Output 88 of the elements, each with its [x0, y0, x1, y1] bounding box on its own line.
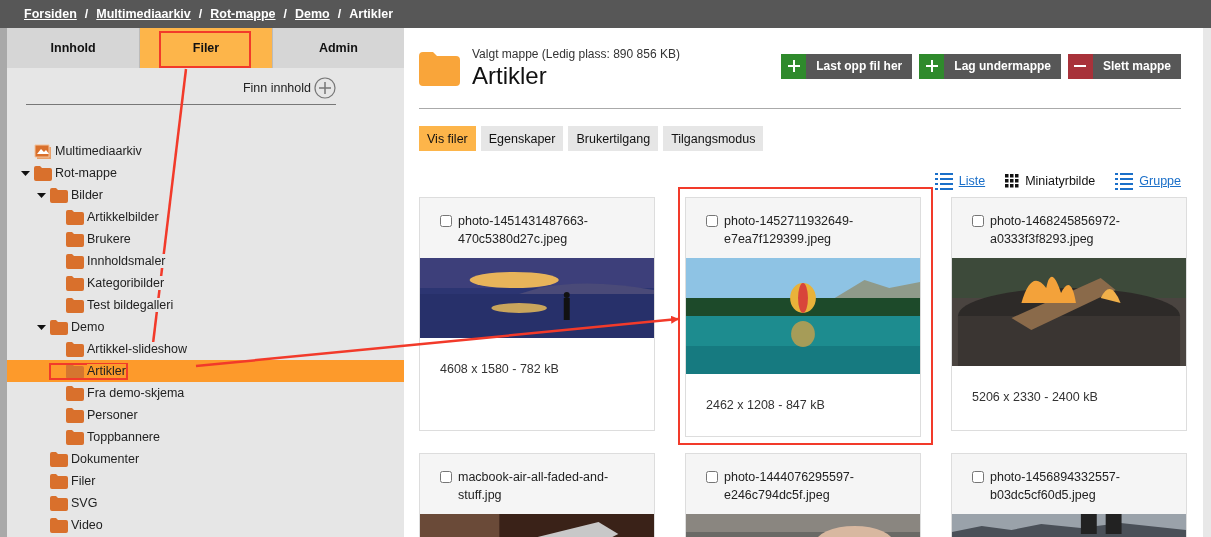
- list-icon: [934, 172, 953, 190]
- file-name: photo-1444076295597-e246c794dc5f.jpeg: [724, 469, 855, 504]
- file-name: photo-1468245856972-a0333f3f8293.jpeg: [990, 213, 1121, 248]
- folder-icon: [66, 385, 84, 401]
- add-button[interactable]: Last opp fil her: [781, 53, 913, 79]
- tree-item[interactable]: Dokumenter: [7, 448, 404, 470]
- file-name: photo-1456894332557-b03dc5cf60d5.jpeg: [990, 469, 1121, 504]
- breadcrumb-separator: /: [337, 7, 342, 21]
- select-checkbox[interactable]: [706, 215, 718, 227]
- file-card[interactable]: photo-1452711932649-e7ea7f129399.jpeg 2462 x 1208 - 847 kB: [685, 197, 921, 437]
- tree-item[interactable]: Kategoribilder: [7, 272, 404, 294]
- grid-icon: [1005, 174, 1020, 188]
- tree-item[interactable]: Demo: [7, 316, 404, 338]
- tree-item[interactable]: Artikkel-slideshow: [7, 338, 404, 360]
- view-option[interactable]: Gruppe: [1115, 172, 1181, 190]
- file-name: macbook-air-all-faded-and-stuff.jpg: [458, 469, 610, 504]
- file-card[interactable]: macbook-air-all-faded-and-stuff.jpg: [419, 453, 655, 537]
- tree-item[interactable]: Fra demo-skjema: [7, 382, 404, 404]
- view-option[interactable]: Miniatyrbilde: [1005, 174, 1096, 188]
- file-details: 5206 x 2330 - 2400 kB: [971, 389, 1099, 406]
- file-details: 4608 x 1580 - 782 kB: [439, 361, 560, 378]
- folder-tab[interactable]: Tilgangsmodus: [663, 126, 764, 151]
- tree-item[interactable]: Toppbannere: [7, 426, 404, 448]
- folder-icon: [66, 407, 84, 423]
- folder-icon: [419, 50, 460, 86]
- view-option[interactable]: Liste: [934, 172, 986, 190]
- breadcrumb-separator: /: [283, 7, 287, 21]
- folder-icon: [50, 495, 68, 511]
- breadcrumb-link[interactable]: Demo: [295, 7, 330, 21]
- tree-item[interactable]: Rot-mappe: [7, 162, 404, 184]
- tree-item[interactable]: Multimediaarkiv: [7, 140, 404, 162]
- folder-icon: [66, 231, 84, 247]
- select-checkbox[interactable]: [972, 215, 984, 227]
- add-circle-icon[interactable]: [314, 77, 336, 99]
- file-card[interactable]: photo-1451431487663-470c5380d27c.jpeg 4608 x 1580 - 782 kB: [419, 197, 655, 431]
- find-content-label: Finn innhold: [242, 81, 311, 95]
- tree-item[interactable]: Video: [7, 514, 404, 536]
- folder-icon: [66, 209, 84, 225]
- folder-icon: [66, 297, 84, 313]
- file-card[interactable]: photo-1456894332557-b03dc5cf60d5.jpeg: [951, 453, 1187, 537]
- breadcrumb-link[interactable]: Multimediaarkiv: [96, 7, 191, 21]
- folder-tab[interactable]: Brukertilgang: [568, 126, 659, 151]
- archive-icon: [34, 142, 52, 160]
- tree-item[interactable]: Innholdsmaler: [7, 250, 404, 272]
- sidebar-tab[interactable]: Admin: [271, 28, 404, 68]
- folder-icon: [50, 451, 68, 467]
- tree-item[interactable]: Bilder: [7, 184, 404, 206]
- folder-caption: Valgt mappe (Ledig plass: 890 856 KB): [472, 46, 681, 61]
- breadcrumb-separator: /: [198, 7, 203, 21]
- folder-title: Artikler: [472, 61, 548, 90]
- breadcrumb-link[interactable]: Forsiden: [24, 7, 77, 21]
- folder-icon: [50, 319, 68, 335]
- tree-item[interactable]: SVG: [7, 492, 404, 514]
- file-card[interactable]: photo-1444076295597-e246c794dc5f.jpeg: [685, 453, 921, 537]
- breadcrumb-current: Artikler: [349, 7, 393, 21]
- tree-item[interactable]: Filer: [7, 470, 404, 492]
- add-button[interactable]: Lag undermappe: [919, 53, 1061, 79]
- file-name: photo-1451431487663-470c5380d27c.jpeg: [458, 213, 589, 248]
- folder-icon: [34, 165, 52, 181]
- folder-tab[interactable]: Vis filer: [419, 126, 476, 151]
- folder-icon: [50, 473, 68, 489]
- breadcrumb-separator: /: [84, 7, 89, 21]
- folder-icon: [50, 187, 68, 203]
- folder-icon: [66, 429, 84, 445]
- select-checkbox[interactable]: [972, 471, 984, 483]
- delete-folder-button[interactable]: Slett mappe: [1068, 53, 1181, 79]
- select-checkbox[interactable]: [440, 471, 452, 483]
- plus-icon: [925, 60, 938, 72]
- folder-icon: [50, 517, 68, 533]
- folder-tab[interactable]: Egenskaper: [480, 126, 564, 151]
- sidebar-tab[interactable]: Innhold: [7, 28, 140, 68]
- breadcrumb-link[interactable]: Rot-mappe: [210, 7, 276, 21]
- tree-item[interactable]: Brukere: [7, 228, 404, 250]
- sidebar-tab[interactable]: Filer: [139, 28, 272, 68]
- select-checkbox[interactable]: [706, 471, 718, 483]
- tree-item[interactable]: Artikler: [7, 360, 404, 382]
- tree-item[interactable]: Artikkelbilder: [7, 206, 404, 228]
- folder-icon: [66, 275, 84, 291]
- file-details: 2462 x 1208 - 847 kB: [705, 397, 826, 414]
- plus-icon: [787, 60, 800, 72]
- tree-item[interactable]: Personer: [7, 404, 404, 426]
- folder-icon: [66, 341, 84, 357]
- file-name: photo-1452711932649-e7ea7f129399.jpeg: [724, 213, 855, 248]
- list-icon: [1115, 172, 1134, 190]
- folder-icon: [66, 253, 84, 269]
- tree-item[interactable]: Test bildegalleri: [7, 294, 404, 316]
- select-checkbox[interactable]: [440, 215, 452, 227]
- file-card[interactable]: photo-1468245856972-a0333f3f8293.jpeg 5206 x 2330 - 2400 kB: [951, 197, 1187, 431]
